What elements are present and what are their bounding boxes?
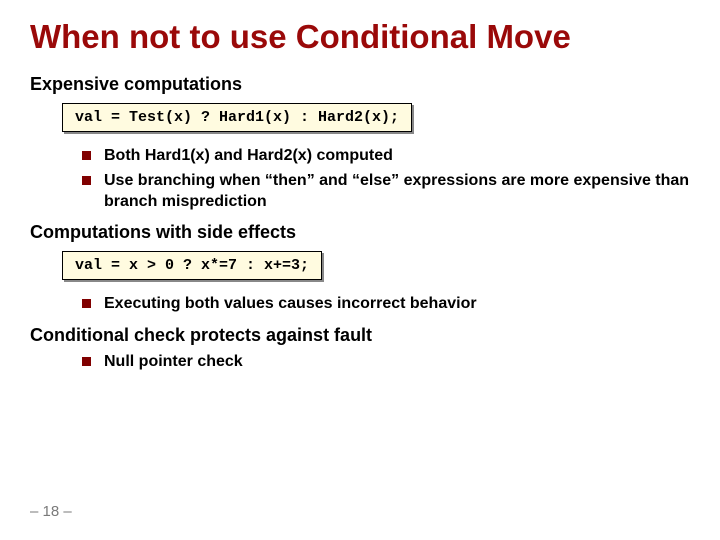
slide-content: When not to use Conditional Move Expensi… <box>0 0 720 373</box>
list-item: Both Hard1(x) and Hard2(x) computed <box>82 146 690 167</box>
bullet-list-3: Null pointer check <box>82 352 690 373</box>
section-heading-side-effects: Computations with side effects <box>30 222 690 243</box>
list-item: Executing both values causes incorrect b… <box>82 294 690 315</box>
page-number: – 18 – <box>30 503 72 520</box>
slide-title: When not to use Conditional Move <box>30 18 690 56</box>
code-box-1: val = Test(x) ? Hard1(x) : Hard2(x); <box>62 103 412 132</box>
code-box-2: val = x > 0 ? x*=7 : x+=3; <box>62 251 322 280</box>
bullet-list-1: Both Hard1(x) and Hard2(x) computed Use … <box>82 146 690 212</box>
list-item: Null pointer check <box>82 352 690 373</box>
bullet-list-2: Executing both values causes incorrect b… <box>82 294 690 315</box>
section-heading-expensive: Expensive computations <box>30 74 690 95</box>
section-heading-fault: Conditional check protects against fault <box>30 325 690 346</box>
list-item: Use branching when “then” and “else” exp… <box>82 171 690 213</box>
